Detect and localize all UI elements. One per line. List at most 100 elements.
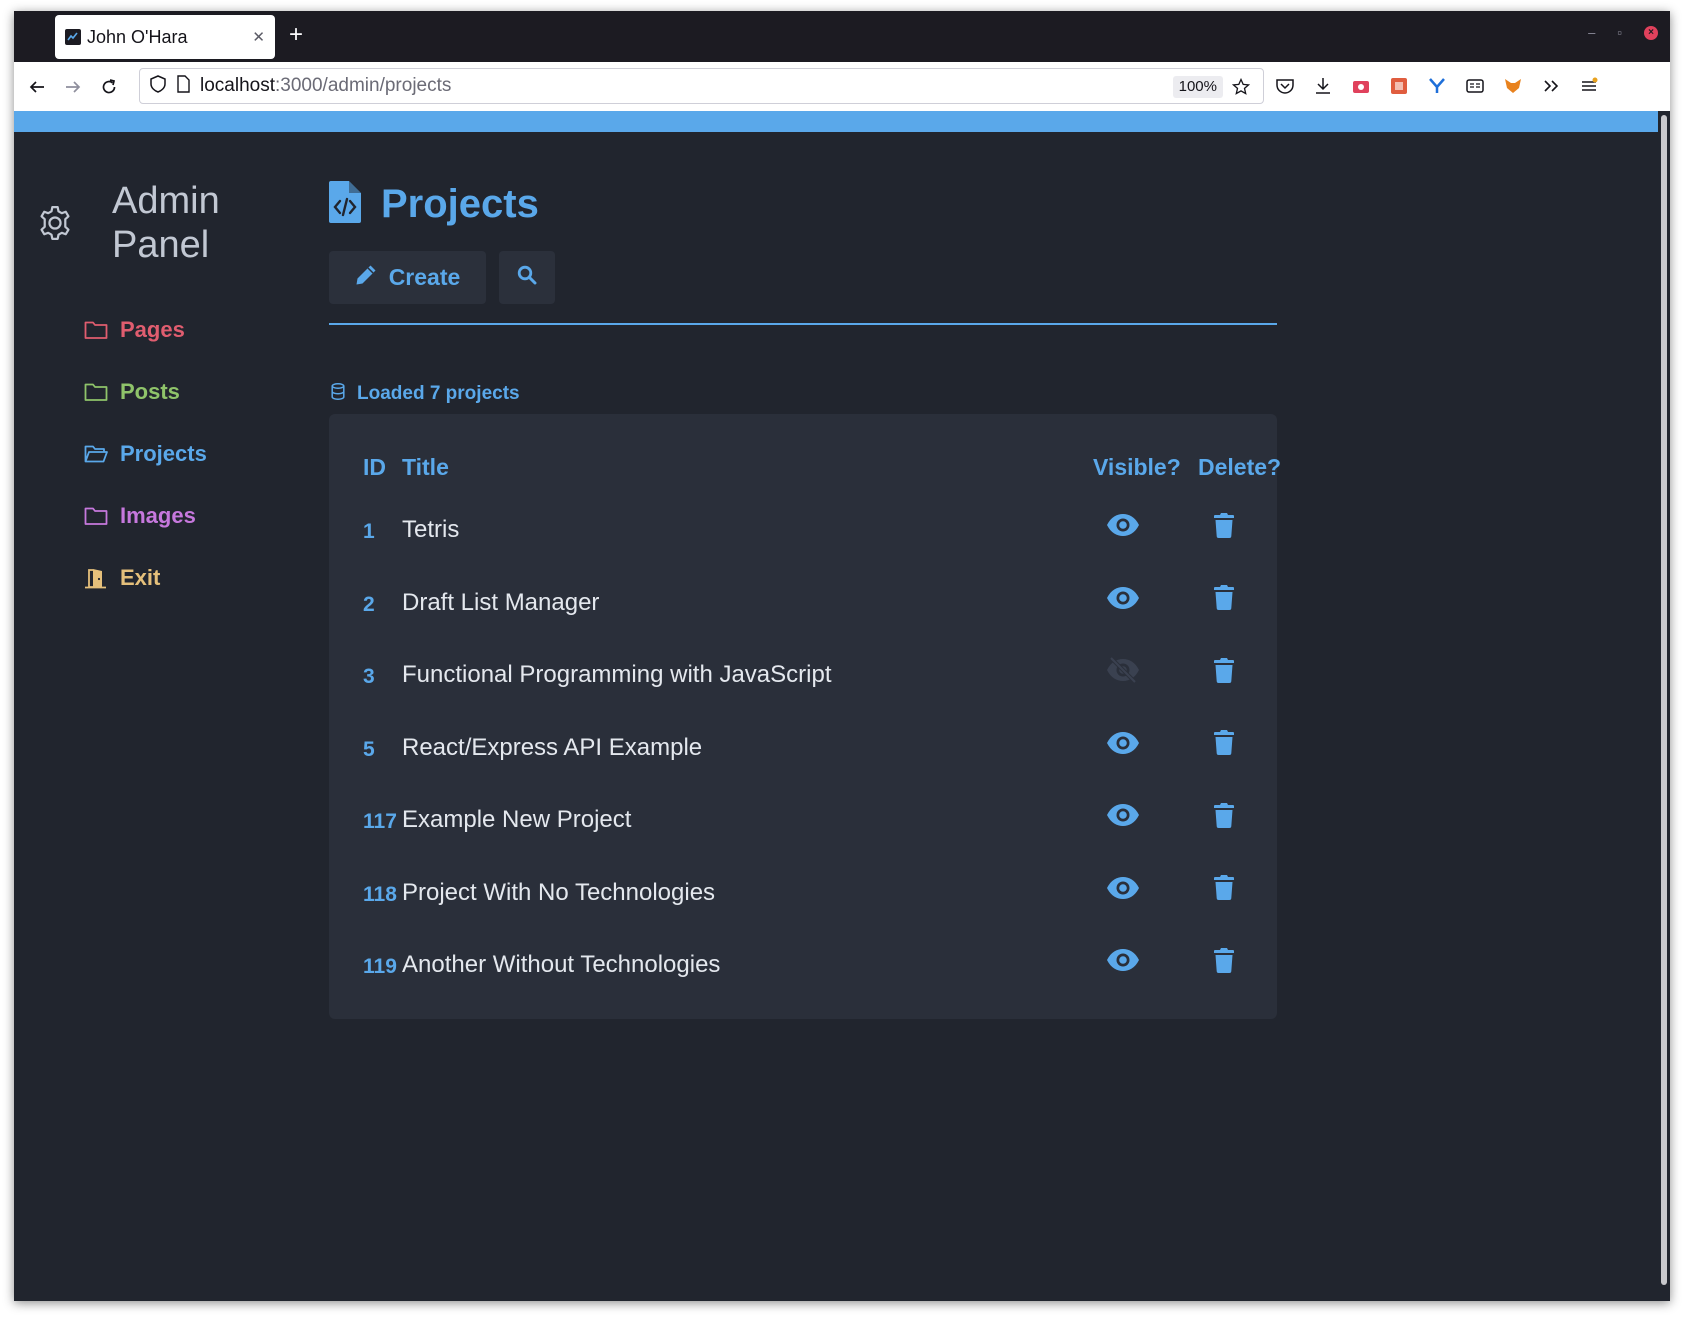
funnel-extension-icon[interactable] <box>1426 75 1448 97</box>
browser-tab[interactable]: John O'Hara ✕ <box>55 15 275 59</box>
sidebar-item-label: Projects <box>120 441 207 466</box>
minimize-icon[interactable]: – <box>1588 25 1595 40</box>
trash-icon <box>1214 875 1234 900</box>
create-button[interactable]: Create <box>329 251 486 304</box>
project-id: 5 <box>363 737 375 761</box>
trash-icon <box>1214 802 1234 828</box>
delete-button[interactable] <box>1211 800 1237 830</box>
shield-icon[interactable] <box>150 74 166 98</box>
reload-icon[interactable] <box>96 74 122 100</box>
trash-icon <box>1214 585 1234 610</box>
screenshot-extension-icon[interactable] <box>1350 75 1372 97</box>
sidebar-item-posts[interactable]: Posts <box>84 361 207 423</box>
bookmark-star-icon[interactable] <box>1231 77 1251 97</box>
delete-button[interactable] <box>1211 583 1237 613</box>
trash-icon <box>1214 512 1234 538</box>
scrollbar[interactable] <box>1661 115 1667 1285</box>
sidebar-nav: Pages Posts Projects Images Exit <box>84 299 207 609</box>
project-title: Example New Project <box>402 806 632 833</box>
overflow-chevron-icon[interactable] <box>1540 75 1562 97</box>
table-body: 1 Tetris 2 Draft List Manager 3 Function… <box>329 502 1277 1010</box>
delete-button[interactable] <box>1211 510 1237 540</box>
toolbar-icons <box>1274 75 1600 97</box>
visibility-toggle-visible[interactable] <box>1105 800 1141 830</box>
project-title: Draft List Manager <box>402 588 600 616</box>
search-button[interactable] <box>499 251 555 304</box>
tab-title: John O'Hara <box>87 26 188 47</box>
eye-icon <box>1107 876 1139 899</box>
sidebar-item-images[interactable]: Images <box>84 485 207 547</box>
pocket-icon[interactable] <box>1274 75 1296 97</box>
sidebar-item-label: Posts <box>120 379 180 404</box>
new-tab-button[interactable]: + <box>289 23 303 47</box>
extension-puzzle-icon[interactable] <box>1388 75 1410 97</box>
delete-button[interactable] <box>1211 728 1237 758</box>
folder-icon <box>84 382 110 402</box>
visibility-toggle-visible[interactable] <box>1105 510 1141 540</box>
eye-icon <box>1107 949 1139 971</box>
project-id: 1 <box>363 520 375 543</box>
projects-table: ID Title Visible? Delete? 1 Tetris 2 Dra… <box>329 414 1281 1019</box>
header-divider <box>329 323 1277 325</box>
project-title: React/Express API Example <box>402 733 703 761</box>
page-info-icon[interactable] <box>176 74 190 98</box>
table-row: 2 Draft List Manager <box>329 575 1277 648</box>
back-arrow-icon[interactable] <box>24 74 50 100</box>
table-row: 1 Tetris <box>329 502 1277 575</box>
brand-line-1: Admin <box>112 180 220 222</box>
trash-icon <box>1214 657 1234 683</box>
project-title: Functional Programming with JavaScript <box>402 661 832 688</box>
tab-close-icon[interactable]: ✕ <box>252 28 265 46</box>
visibility-toggle-hidden[interactable] <box>1105 655 1141 685</box>
page-title: Projects <box>381 182 539 226</box>
sidebar-item-projects[interactable]: Projects <box>84 423 207 485</box>
menu-icon[interactable] <box>1578 75 1600 97</box>
delete-button[interactable] <box>1211 655 1237 685</box>
project-id: 118 <box>363 882 397 906</box>
pencil-icon <box>355 264 377 292</box>
window-close-icon[interactable]: × <box>1644 25 1658 40</box>
download-icon[interactable] <box>1312 75 1334 97</box>
forward-arrow-icon[interactable] <box>60 74 86 100</box>
table-row: 117 Example New Project <box>329 792 1277 865</box>
table-header: ID Title Visible? Delete? <box>329 454 1281 484</box>
folder-icon <box>84 506 110 526</box>
window-controls: – ▫ × <box>1588 25 1658 40</box>
restore-icon[interactable]: ▫ <box>1617 25 1622 40</box>
fox-wallet-icon[interactable] <box>1502 75 1524 97</box>
column-header-title: Title <box>402 454 449 480</box>
favicon-icon <box>65 29 81 45</box>
eye-slash-icon <box>1107 657 1139 683</box>
sidebar-item-pages[interactable]: Pages <box>84 299 207 361</box>
gear-icon <box>36 204 74 247</box>
top-accent-bar <box>14 111 1658 132</box>
project-title: Tetris <box>402 516 460 543</box>
trash-icon <box>1214 947 1234 973</box>
visibility-toggle-visible[interactable] <box>1105 583 1141 613</box>
visibility-toggle-visible[interactable] <box>1105 873 1141 903</box>
visibility-toggle-visible[interactable] <box>1105 945 1141 975</box>
table-row: 119 Another Without Technologies <box>329 937 1277 1010</box>
column-header-id: ID <box>363 454 386 480</box>
file-code-icon <box>329 181 361 228</box>
brand-line-2: Panel <box>112 224 210 266</box>
delete-button[interactable] <box>1211 873 1237 903</box>
navigation-bar: localhost:3000/admin/projects 100% <box>14 62 1670 111</box>
zoom-level[interactable]: 100% <box>1172 76 1223 98</box>
door-exit-icon <box>84 567 110 589</box>
table-row: 5 React/Express API Example <box>329 720 1277 793</box>
search-icon <box>517 264 537 291</box>
url-text: localhost:3000/admin/projects <box>200 75 451 97</box>
reader-extension-icon[interactable] <box>1464 75 1486 97</box>
delete-button[interactable] <box>1211 945 1237 975</box>
sidebar-item-label: Pages <box>120 317 185 342</box>
project-id: 3 <box>363 665 375 688</box>
sidebar-item-exit[interactable]: Exit <box>84 547 207 609</box>
url-host: localhost <box>200 75 275 96</box>
admin-panel-brand: Admin Panel <box>112 179 272 267</box>
folder-open-icon <box>84 444 110 464</box>
visibility-toggle-visible[interactable] <box>1105 728 1141 758</box>
sidebar-item-label: Exit <box>120 565 161 590</box>
url-bar[interactable]: localhost:3000/admin/projects 100% <box>139 68 1264 104</box>
table-row: 118 Project With No Technologies <box>329 865 1277 938</box>
